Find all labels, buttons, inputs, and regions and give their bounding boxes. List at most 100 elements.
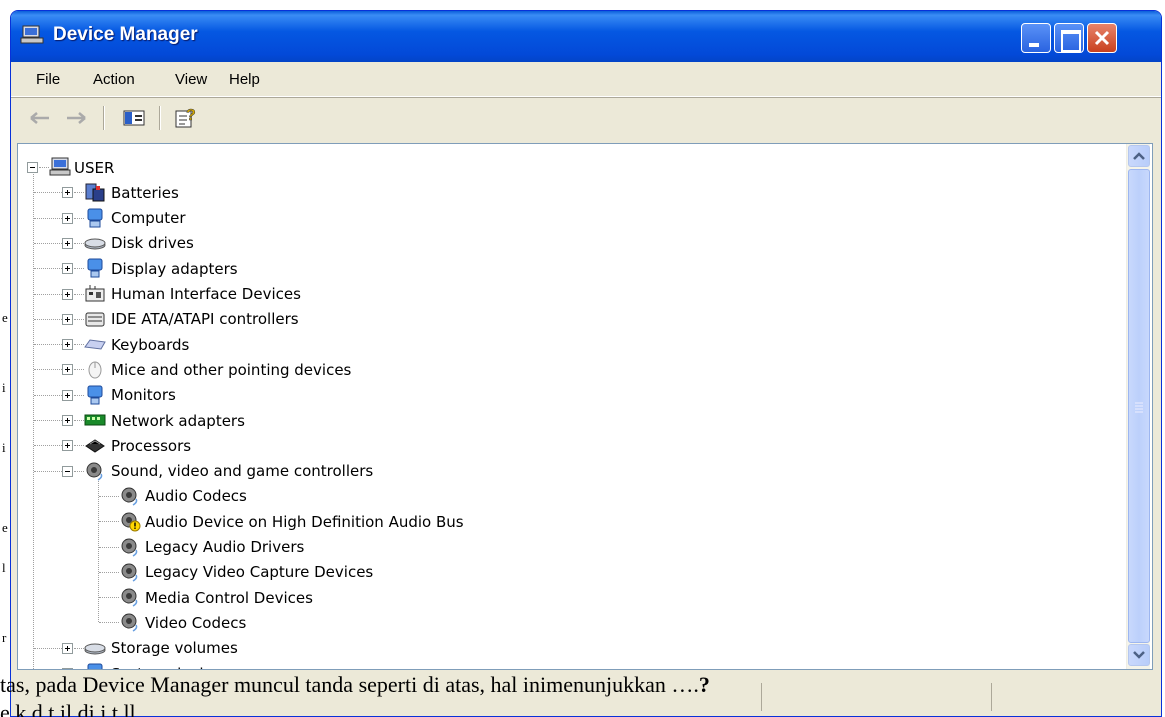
tree-connector xyxy=(74,242,84,244)
question-body: tas, pada Device Manager muncul tanda se… xyxy=(0,672,699,697)
tree-connector xyxy=(34,242,62,244)
tree-category-label: Processors xyxy=(111,436,192,455)
tree-category[interactable]: Batteries xyxy=(111,180,179,205)
expand-toggle[interactable] xyxy=(62,642,73,654)
tree-category[interactable]: Sound, video and game controllers xyxy=(111,459,373,484)
tree-category[interactable]: Monitors xyxy=(111,383,176,408)
tree-device-warning[interactable]: Audio Device on High Definition Audio Bu… xyxy=(145,509,464,534)
tree-device[interactable]: Legacy Video Capture Devices xyxy=(145,560,373,585)
expand-toggle[interactable] xyxy=(62,440,73,452)
toolbar-separator xyxy=(159,106,161,130)
keyboard-icon xyxy=(84,339,106,350)
tree-device[interactable]: Media Control Devices xyxy=(145,585,313,610)
tree-category[interactable]: Disk drives xyxy=(111,231,194,256)
chevron-down-icon xyxy=(1133,651,1145,659)
tree-category-label: Keyboards xyxy=(111,335,190,354)
tree-connector xyxy=(74,217,84,219)
tree-category-label: Sound, video and game controllers xyxy=(111,462,374,481)
collapse-toggle[interactable] xyxy=(62,465,73,477)
speaker-icon xyxy=(121,487,138,506)
expand-toggle[interactable] xyxy=(62,212,73,224)
device-icon-wrap xyxy=(119,561,141,583)
tree-category[interactable]: System devices xyxy=(111,661,229,670)
forward-arrow-icon[interactable] xyxy=(63,106,89,130)
expand-toggle[interactable] xyxy=(62,339,73,351)
tree-device-label: Video Codecs xyxy=(145,613,247,632)
scroll-up-button[interactable] xyxy=(1128,145,1150,167)
expand-toggle[interactable] xyxy=(62,668,73,669)
tree-connector xyxy=(74,647,84,649)
expand-toggle[interactable] xyxy=(62,389,73,401)
category-icon-wrap xyxy=(84,384,106,406)
computer-icon xyxy=(87,208,103,228)
margin-char: i xyxy=(2,380,6,395)
expand-toggle[interactable] xyxy=(62,263,73,275)
tree-category[interactable]: Mice and other pointing devices xyxy=(111,357,351,382)
expand-toggle[interactable] xyxy=(62,364,73,376)
tree-device-label: Audio Codecs xyxy=(145,487,247,506)
tree-root-label: USER xyxy=(74,158,115,177)
tree-connector xyxy=(39,167,49,168)
tree-connector xyxy=(34,445,62,447)
title-bar[interactable]: Device Manager xyxy=(11,11,1161,62)
expand-toggle[interactable] xyxy=(62,187,73,199)
speaker-icon xyxy=(121,563,138,582)
tree-category[interactable]: Keyboards xyxy=(111,332,189,357)
maximize-button[interactable] xyxy=(1054,23,1084,53)
tree-category-label: Network adapters xyxy=(111,411,245,430)
device-icon-wrap xyxy=(119,510,141,532)
scroll-thumb[interactable] xyxy=(1128,169,1150,643)
category-icon-wrap xyxy=(84,232,106,254)
ide-controller-icon xyxy=(85,312,105,327)
expand-toggle[interactable] xyxy=(62,415,73,426)
battery-icon xyxy=(85,183,105,202)
tree-connector xyxy=(33,174,34,669)
tree-root[interactable]: USER xyxy=(74,155,114,180)
tree-connector xyxy=(34,268,62,270)
close-button[interactable] xyxy=(1087,23,1117,53)
category-icon-wrap xyxy=(84,637,106,659)
tree-category[interactable]: Processors xyxy=(111,433,191,458)
tree-connector xyxy=(34,369,62,371)
tree-category[interactable]: Display adapters xyxy=(111,256,238,281)
speaker-icon xyxy=(121,512,141,532)
properties-help-icon[interactable]: ? xyxy=(173,106,199,130)
expand-toggle[interactable] xyxy=(62,288,73,300)
tree-connector xyxy=(74,394,84,396)
collapse-toggle[interactable] xyxy=(27,162,38,173)
expand-toggle[interactable] xyxy=(62,313,73,325)
menu-help[interactable]: Help xyxy=(229,71,260,88)
menu-action[interactable]: Action xyxy=(93,71,135,88)
tree-connector xyxy=(74,470,84,472)
minimize-button[interactable] xyxy=(1021,23,1051,53)
tree-category-label: Batteries xyxy=(111,183,179,202)
device-icon-wrap xyxy=(119,611,141,633)
tree-connector xyxy=(74,344,84,346)
scroll-down-button[interactable] xyxy=(1128,644,1150,666)
tree-connector xyxy=(99,571,119,573)
tree-category[interactable]: Storage volumes xyxy=(111,636,238,661)
expand-toggle[interactable] xyxy=(62,237,73,249)
category-icon-wrap xyxy=(84,333,106,355)
tree-category[interactable]: Network adapters xyxy=(111,408,245,433)
back-arrow-icon[interactable] xyxy=(27,106,53,130)
menu-view[interactable]: View xyxy=(175,71,207,88)
tree-connector xyxy=(74,420,84,421)
tree-device-label: Legacy Audio Drivers xyxy=(145,538,305,556)
device-icon-wrap xyxy=(119,485,141,507)
margin-char: l xyxy=(2,560,6,575)
tree-connector xyxy=(99,622,119,624)
tree-device-label: Media Control Devices xyxy=(145,588,313,607)
tree-device[interactable]: Legacy Audio Drivers xyxy=(145,535,304,560)
tree-connector xyxy=(34,647,62,649)
tree-device[interactable]: Video Codecs xyxy=(145,610,246,635)
tree-category[interactable]: IDE ATA/ATAPI controllers xyxy=(111,307,299,332)
vertical-scrollbar[interactable] xyxy=(1126,144,1150,669)
tree-category[interactable]: Human Interface Devices xyxy=(111,282,301,307)
category-icon-wrap xyxy=(84,207,106,229)
show-hide-console-tree-icon[interactable] xyxy=(121,106,147,130)
tree-device[interactable]: Audio Codecs xyxy=(145,484,247,509)
chevron-up-icon xyxy=(1133,152,1145,160)
tree-category[interactable]: Computer xyxy=(111,206,186,231)
menu-file[interactable]: File xyxy=(36,71,60,88)
